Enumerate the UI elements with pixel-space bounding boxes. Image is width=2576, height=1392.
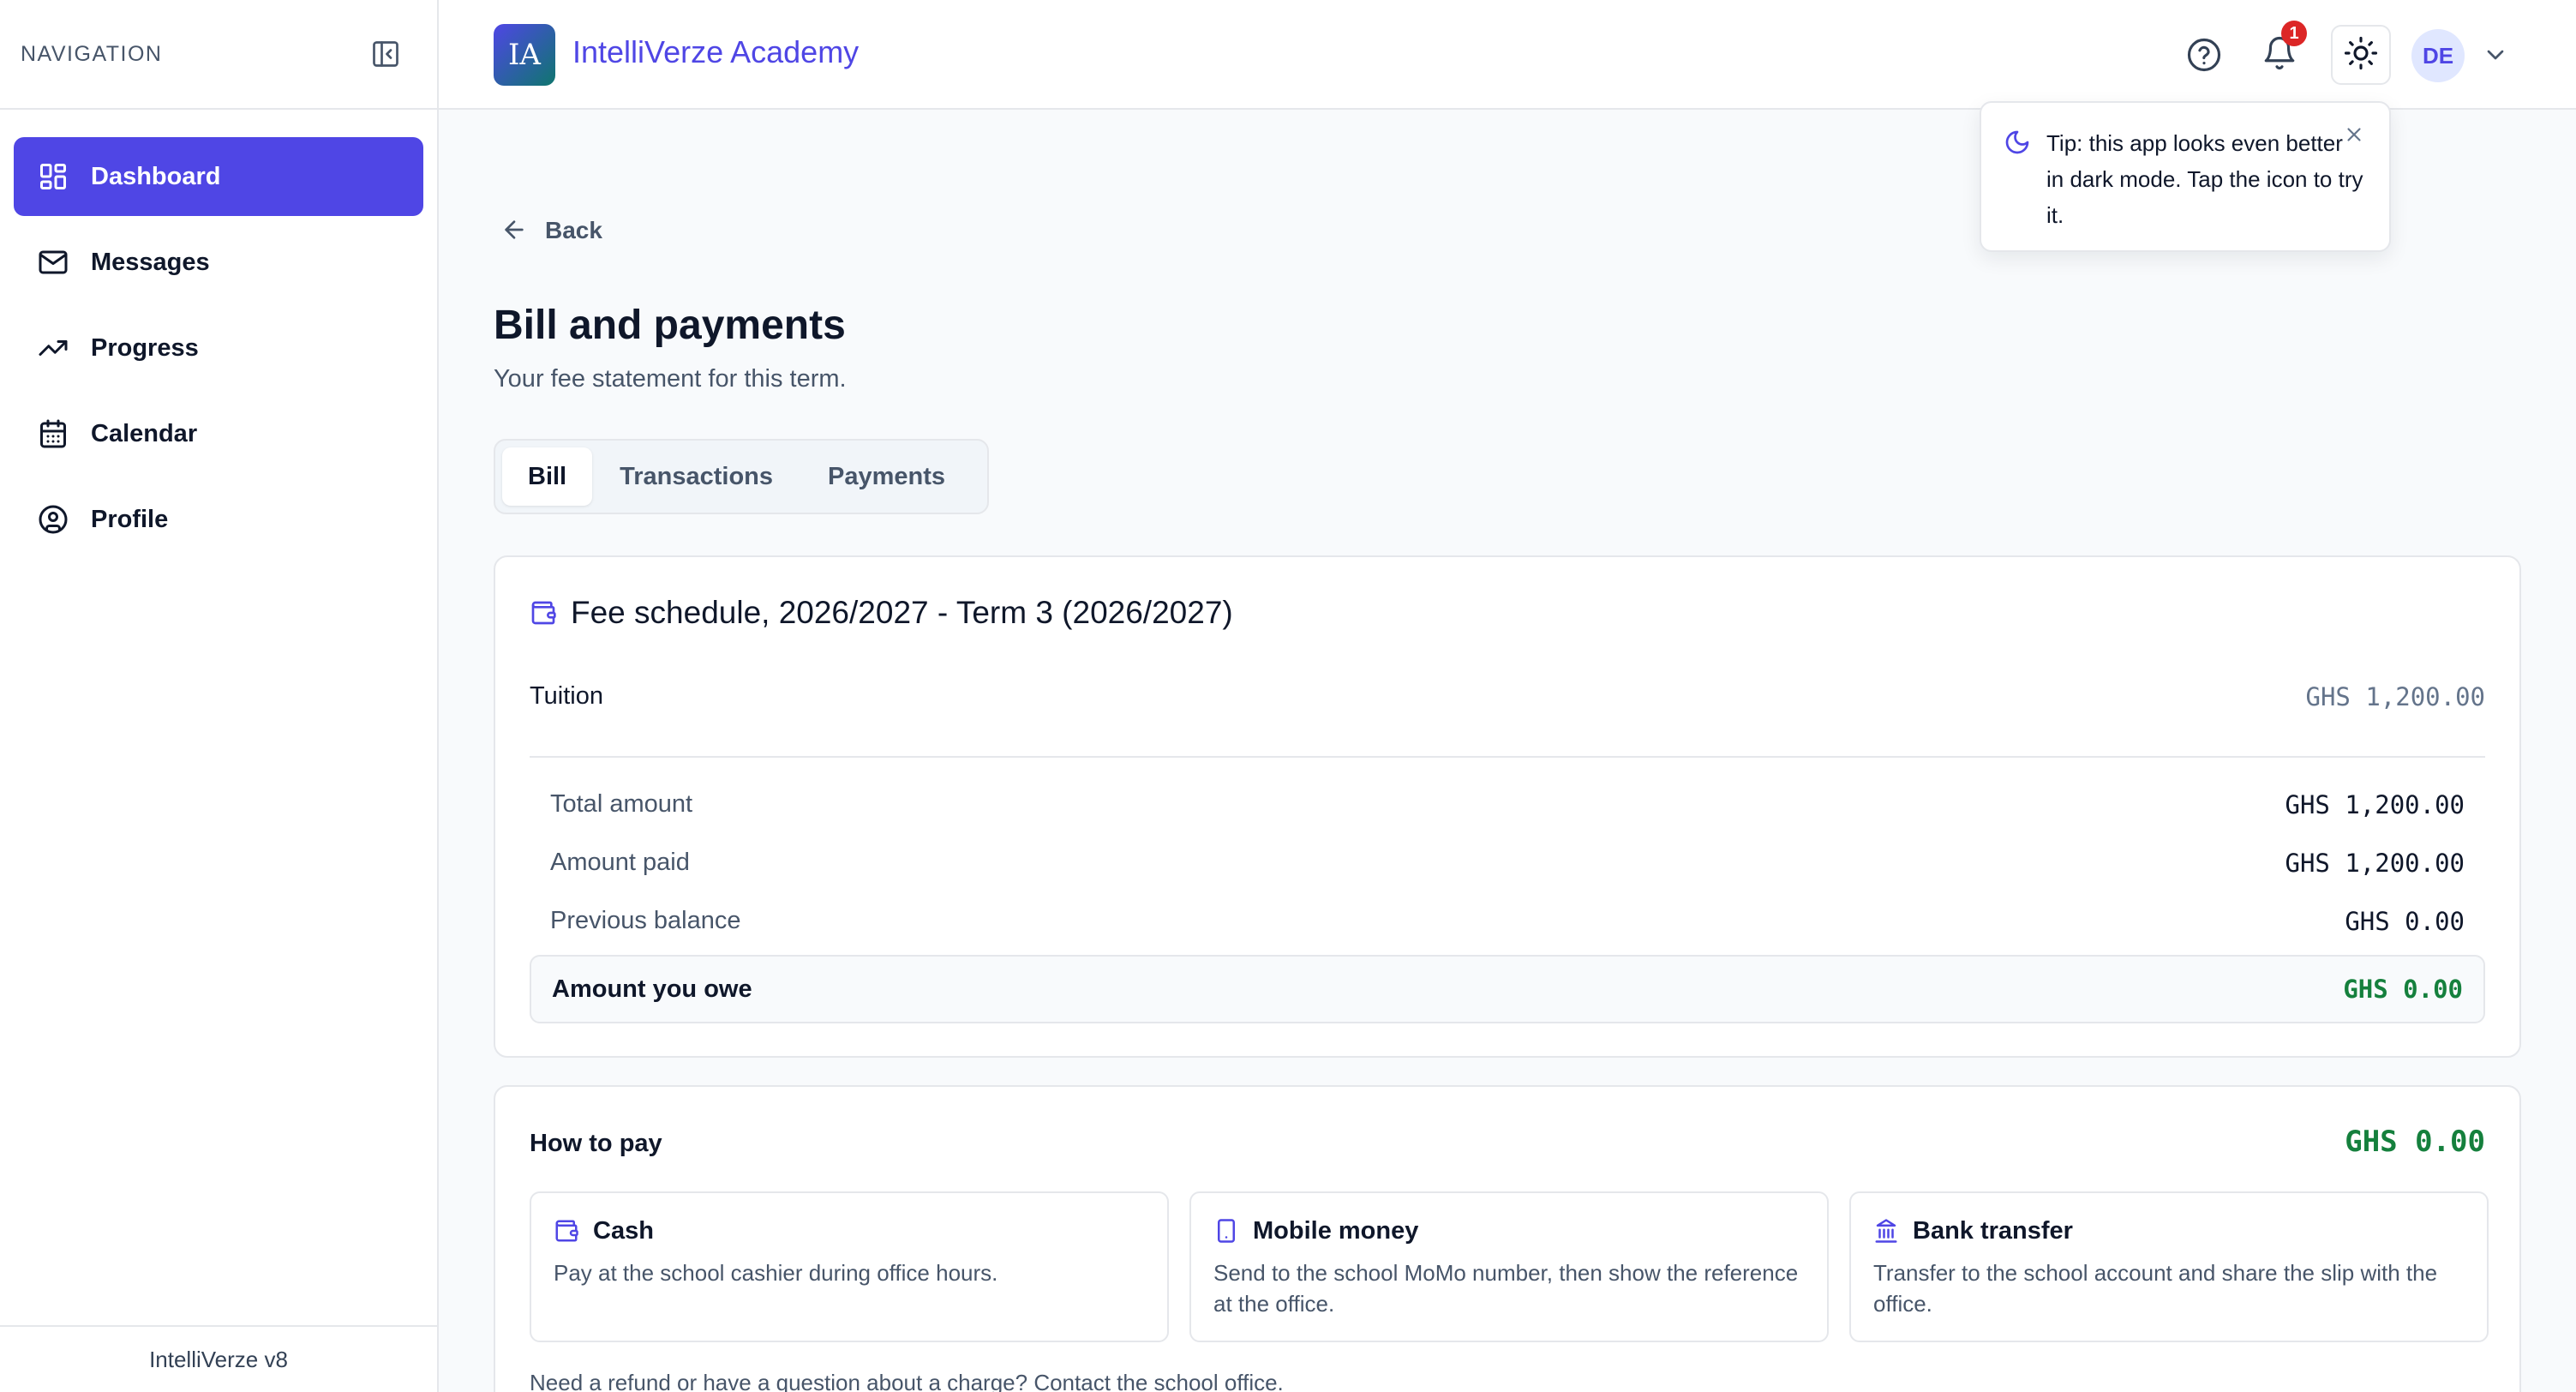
smartphone-icon <box>1213 1218 1241 1245</box>
total-amount-row: Total amount GHS 1,200.00 <box>550 790 2465 819</box>
amount-paid-value: GHS 1,200.00 <box>2285 849 2465 878</box>
amount-owed-value: GHS 0.00 <box>2343 975 2463 1004</box>
sidebar-item-calendar[interactable]: Calendar <box>14 394 423 473</box>
mail-icon <box>36 245 70 279</box>
payment-method-title: Mobile money <box>1253 1217 1419 1245</box>
sidebar-title: NAVIGATION <box>21 41 163 66</box>
payment-method-title: Bank transfer <box>1913 1217 2073 1245</box>
tab-payments[interactable]: Payments <box>800 447 973 506</box>
divider <box>530 756 2485 758</box>
payment-method-title: Cash <box>593 1217 654 1245</box>
payment-method-desc: Pay at the school cashier during office … <box>554 1260 998 1286</box>
back-button[interactable]: Back <box>500 216 602 245</box>
user-avatar[interactable]: DE <box>2411 29 2465 82</box>
dashboard-icon <box>36 159 70 194</box>
previous-balance-label: Previous balance <box>550 907 741 934</box>
tuition-row: Tuition GHS 1,200.00 <box>530 682 2485 711</box>
sidebar-header: NAVIGATION <box>0 0 437 110</box>
payment-method-mobile-money: Mobile money Send to the school MoMo num… <box>1189 1191 1829 1342</box>
sidebar-item-label: Progress <box>91 333 199 362</box>
fee-schedule-title-text: Fee schedule, 2026/2027 - Term 3 (2026/2… <box>571 595 1233 630</box>
payment-methods: Cash Pay at the school cashier during of… <box>530 1191 2489 1342</box>
wallet-icon <box>554 1218 581 1245</box>
tip-text: Tip: this app looks even better in dark … <box>2046 130 2363 228</box>
total-amount-label: Total amount <box>550 790 693 818</box>
amount-paid-row: Amount paid GHS 1,200.00 <box>550 849 2465 878</box>
previous-balance-row: Previous balance GHS 0.00 <box>550 907 2465 936</box>
tab-list: Bill Transactions Payments <box>494 439 989 514</box>
sidebar-item-dashboard[interactable]: Dashboard <box>14 137 423 216</box>
amount-owed-label: Amount you owe <box>552 975 752 1003</box>
back-label: Back <box>545 217 602 243</box>
payment-method-bank-transfer: Bank transfer Transfer to the school acc… <box>1849 1191 2489 1342</box>
tab-transactions[interactable]: Transactions <box>592 447 800 506</box>
collapse-sidebar-icon[interactable] <box>368 37 403 71</box>
fee-schedule-title: Fee schedule, 2026/2027 - Term 3 (2026/2… <box>530 595 1233 631</box>
top-header: IA IntelliVerze Academy 1 DE <box>439 0 2576 110</box>
sidebar-nav: Dashboard Messages Progress Calendar Pro… <box>0 110 437 593</box>
sidebar-item-messages[interactable]: Messages <box>14 223 423 302</box>
how-to-pay-card: How to pay GHS 0.00 Cash Pay at the scho… <box>494 1085 2521 1392</box>
moon-icon <box>2004 129 2033 158</box>
sidebar: NAVIGATION Dashboard Messages Progress C… <box>0 0 439 1392</box>
theme-toggle-button[interactable] <box>2331 25 2391 85</box>
trending-up-icon <box>36 331 70 365</box>
user-circle-icon <box>36 502 70 537</box>
amount-paid-label: Amount paid <box>550 849 690 876</box>
dark-mode-tip: Tip: this app looks even better in dark … <box>1980 101 2391 252</box>
help-icon[interactable] <box>2177 27 2232 82</box>
how-to-pay-amount: GHS 0.00 <box>2345 1125 2485 1159</box>
payment-method-desc: Send to the school MoMo number, then sho… <box>1213 1260 1799 1317</box>
fee-schedule-card: Fee schedule, 2026/2027 - Term 3 (2026/2… <box>494 555 2521 1058</box>
contact-note: Need a refund or have a question about a… <box>530 1370 1284 1392</box>
close-icon[interactable] <box>2343 123 2367 147</box>
sidebar-item-label: Messages <box>91 248 210 276</box>
brand-name[interactable]: IntelliVerze Academy <box>572 34 859 70</box>
notification-badge: 1 <box>2281 21 2307 46</box>
sidebar-item-profile[interactable]: Profile <box>14 480 423 559</box>
payment-method-desc: Transfer to the school account and share… <box>1873 1260 2438 1317</box>
bank-icon <box>1873 1218 1901 1245</box>
sun-icon <box>2343 35 2379 75</box>
sidebar-item-label: Profile <box>91 505 169 533</box>
tab-bill[interactable]: Bill <box>502 447 593 506</box>
sidebar-item-label: Calendar <box>91 419 198 447</box>
amount-owed-row: Amount you owe GHS 0.00 <box>530 955 2485 1023</box>
tuition-label: Tuition <box>530 682 603 710</box>
calendar-icon <box>36 417 70 451</box>
app-version: IntelliVerze v8 <box>0 1325 437 1392</box>
total-amount-value: GHS 1,200.00 <box>2285 790 2465 819</box>
tuition-value: GHS 1,200.00 <box>2305 682 2485 711</box>
how-to-pay-title: How to pay <box>530 1130 662 1157</box>
sidebar-item-progress[interactable]: Progress <box>14 309 423 387</box>
previous-balance-value: GHS 0.00 <box>2345 907 2465 936</box>
logo[interactable]: IA <box>494 24 555 86</box>
page-subtitle: Your fee statement for this term. <box>494 365 847 393</box>
arrow-left-icon <box>500 216 530 245</box>
sidebar-item-label: Dashboard <box>91 162 221 190</box>
wallet-icon <box>530 598 559 627</box>
payment-method-cash: Cash Pay at the school cashier during of… <box>530 1191 1169 1342</box>
notifications-button[interactable]: 1 <box>2252 21 2307 82</box>
chevron-down-icon[interactable] <box>2482 41 2509 69</box>
page-title: Bill and payments <box>494 303 846 348</box>
